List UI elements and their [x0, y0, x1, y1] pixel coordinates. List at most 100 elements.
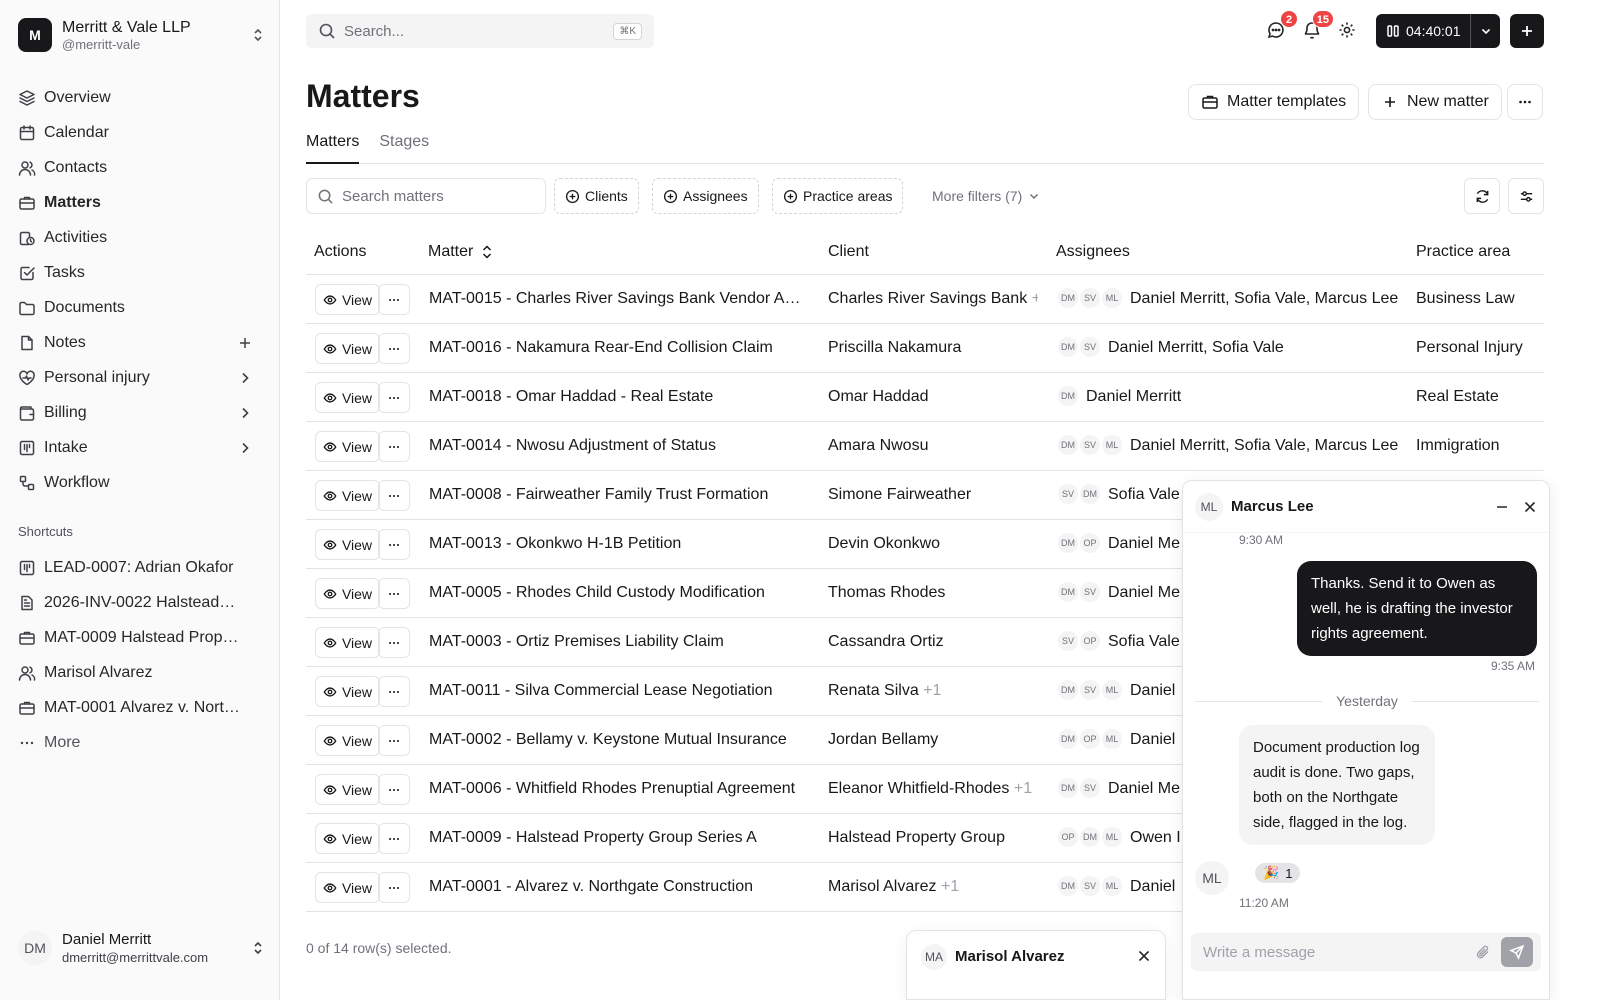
table-row[interactable]: View MAT-0014 - Nwosu Adjustment of Statu…: [306, 422, 1544, 471]
sidebar-item-workflow[interactable]: Workflow: [10, 465, 270, 500]
assignee-names: Daniel Me: [1108, 583, 1181, 601]
sidebar-item-tasks[interactable]: Tasks: [10, 255, 270, 290]
view-button[interactable]: View: [315, 676, 380, 707]
matter-name[interactable]: MAT-0003 - Ortiz Premises Liability Clai…: [429, 633, 809, 651]
matter-name[interactable]: MAT-0009 - Halstead Property Group Serie…: [429, 829, 809, 847]
row-actions-button[interactable]: [378, 823, 410, 854]
messages-button[interactable]: 2: [1266, 10, 1298, 42]
sidebar-item-matters[interactable]: Matters: [10, 185, 270, 220]
sidebar-item-documents[interactable]: Documents: [10, 290, 270, 325]
row-actions-button[interactable]: [378, 480, 410, 511]
row-actions-button[interactable]: [378, 676, 410, 707]
sidebar-item-calendar[interactable]: Calendar: [10, 115, 270, 150]
view-button[interactable]: View: [315, 431, 380, 462]
matter-name[interactable]: MAT-0013 - Okonkwo H-1B Petition: [429, 535, 809, 553]
row-actions-button[interactable]: [378, 627, 410, 658]
chevron-down-icon: [1028, 190, 1040, 202]
timer-toggle[interactable]: 04:40:01: [1376, 23, 1470, 39]
timer-dropdown[interactable]: [1470, 14, 1500, 48]
quick-add-button[interactable]: [1510, 14, 1544, 48]
sidebar-item-overview[interactable]: Overview: [10, 80, 270, 115]
view-button[interactable]: View: [315, 382, 380, 413]
shortcut-item[interactable]: MAT-0009 Halstead Prop…: [10, 620, 270, 655]
view-button[interactable]: View: [315, 627, 380, 658]
shortcut-item[interactable]: MAT-0001 Alvarez v. Nort…: [10, 690, 270, 725]
matter-search-input[interactable]: Search matters: [306, 178, 546, 214]
global-search[interactable]: Search... ⌘K: [306, 14, 654, 48]
client-label: Marisol Alvarez: [828, 878, 937, 895]
settings-button[interactable]: [1337, 20, 1359, 42]
view-button[interactable]: View: [315, 725, 380, 756]
shortcut-item[interactable]: 2026-INV-0022 Halstead…: [10, 585, 270, 620]
minimize-icon[interactable]: [1495, 500, 1509, 514]
chevrons-up-down-icon[interactable]: [250, 940, 266, 956]
sidebar-item-activities[interactable]: Activities: [10, 220, 270, 255]
org-handle: @merritt-vale: [62, 36, 141, 52]
matter-templates-button[interactable]: Matter templates: [1188, 84, 1360, 120]
plus-icon[interactable]: [236, 334, 254, 352]
clients-filter[interactable]: Clients: [554, 178, 639, 214]
view-button[interactable]: View: [315, 872, 380, 903]
sidebar-item-contacts[interactable]: Contacts: [10, 150, 270, 185]
matter-name[interactable]: MAT-0014 - Nwosu Adjustment of Status: [429, 437, 809, 455]
close-icon[interactable]: [1523, 500, 1537, 514]
view-button[interactable]: View: [315, 578, 380, 609]
sidebar-item-notes[interactable]: Notes: [10, 325, 270, 360]
row-actions-button[interactable]: [378, 872, 410, 903]
shortcut-item[interactable]: Marisol Alvarez: [10, 655, 270, 690]
table-row[interactable]: View MAT-0016 - Nakamura Rear-End Collisi…: [306, 324, 1544, 373]
refresh-button[interactable]: [1464, 178, 1500, 214]
user-menu[interactable]: DM Daniel Merritt dmerritt@merrittvale.c…: [18, 928, 266, 968]
view-button[interactable]: View: [315, 284, 380, 315]
tab-matters[interactable]: Matters: [306, 132, 360, 164]
practice-areas-filter[interactable]: Practice areas: [772, 178, 904, 214]
more-actions-button[interactable]: [1507, 84, 1543, 120]
table-row[interactable]: View MAT-0018 - Omar Haddad - Real Estate…: [306, 373, 1544, 422]
row-actions-button[interactable]: [378, 578, 410, 609]
org-switcher[interactable]: M Merritt & Vale LLP @merritt-vale: [18, 16, 266, 54]
sidebar-item-billing[interactable]: Billing: [10, 395, 270, 430]
row-actions-button[interactable]: [378, 284, 410, 315]
matter-name[interactable]: MAT-0001 - Alvarez v. Northgate Construc…: [429, 878, 809, 896]
assignees-filter[interactable]: Assignees: [652, 178, 759, 214]
matter-name[interactable]: MAT-0018 - Omar Haddad - Real Estate: [429, 388, 809, 406]
sidebar-item-intake[interactable]: Intake: [10, 430, 270, 465]
chevrons-up-down-icon[interactable]: [250, 27, 266, 43]
matter-name[interactable]: MAT-0015 - Charles River Savings Bank Ve…: [429, 290, 809, 308]
row-actions-button[interactable]: [378, 529, 410, 560]
message-input[interactable]: Write a message: [1191, 933, 1541, 971]
reaction-badge[interactable]: 🎉 1: [1253, 861, 1303, 885]
shortcut-item[interactable]: LEAD-0007: Adrian Okafor: [10, 550, 270, 585]
matter-name[interactable]: MAT-0016 - Nakamura Rear-End Collision C…: [429, 339, 809, 357]
view-button[interactable]: View: [315, 480, 380, 511]
matter-name[interactable]: MAT-0011 - Silva Commercial Lease Negoti…: [429, 682, 809, 700]
new-matter-button[interactable]: New matter: [1368, 84, 1502, 120]
more-filters-button[interactable]: More filters (7): [932, 178, 1040, 214]
matter-name[interactable]: MAT-0005 - Rhodes Child Custody Modifica…: [429, 584, 809, 602]
matter-name[interactable]: MAT-0008 - Fairweather Family Trust Form…: [429, 486, 809, 504]
send-button[interactable]: [1501, 937, 1533, 967]
more-shortcuts-button[interactable]: More: [10, 725, 270, 760]
row-actions-button[interactable]: [378, 333, 410, 364]
table-row[interactable]: View MAT-0015 - Charles River Savings Ban…: [306, 275, 1544, 324]
row-actions-button[interactable]: [378, 431, 410, 462]
matter-name[interactable]: MAT-0002 - Bellamy v. Keystone Mutual In…: [429, 731, 809, 749]
row-actions-button[interactable]: [378, 774, 410, 805]
minimized-chat[interactable]: MA Marisol Alvarez: [906, 930, 1166, 1000]
row-actions-button[interactable]: [378, 382, 410, 413]
view-button[interactable]: View: [315, 774, 380, 805]
notifications-button[interactable]: 15: [1302, 10, 1334, 42]
tab-stages[interactable]: Stages: [379, 132, 429, 164]
view-button[interactable]: View: [315, 529, 380, 560]
paperclip-icon[interactable]: [1475, 944, 1491, 960]
assignee-names: Sofia Vale: [1108, 485, 1180, 503]
view-options-button[interactable]: [1508, 178, 1544, 214]
matter-templates-label: Matter templates: [1227, 93, 1347, 110]
view-button[interactable]: View: [315, 823, 380, 854]
row-actions-button[interactable]: [378, 725, 410, 756]
view-button[interactable]: View: [315, 333, 380, 364]
header-matter[interactable]: Matter: [428, 243, 493, 261]
close-icon[interactable]: [1137, 944, 1151, 963]
matter-name[interactable]: MAT-0006 - Whitfield Rhodes Prenuptial A…: [429, 780, 809, 798]
sidebar-item-personal-injury[interactable]: Personal injury: [10, 360, 270, 395]
